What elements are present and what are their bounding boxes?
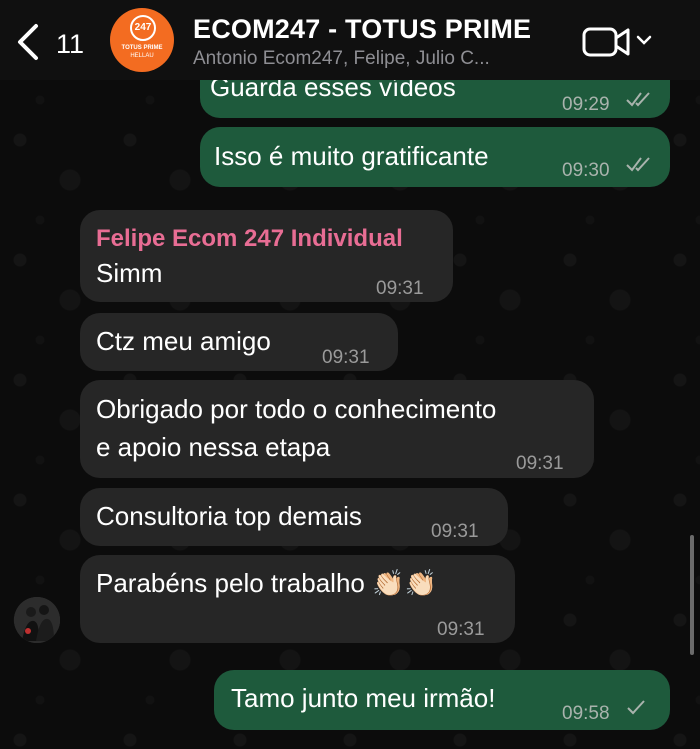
chevron-down-icon[interactable] xyxy=(636,34,652,46)
chat-title[interactable]: ECOM247 - TOTUS PRIME xyxy=(193,14,531,45)
message-time: 09:31 xyxy=(322,347,370,368)
message-time: 09:58 xyxy=(562,703,610,724)
message-time: 09:31 xyxy=(431,521,479,542)
logo-number: 247 xyxy=(130,15,156,41)
message-bubble-outgoing[interactable]: Isso é muito gratificante 09:30 xyxy=(200,127,670,187)
video-camera-icon[interactable] xyxy=(582,24,632,60)
logo-line1: TOTUS PRIME xyxy=(121,45,163,51)
message-bubble-incoming[interactable]: Ctz meu amigo 09:31 xyxy=(80,313,398,371)
message-text: Simm xyxy=(96,258,163,288)
logo-line2: HELLAU xyxy=(130,53,154,59)
group-avatar[interactable]: 247 TOTUS PRIME HELLAU xyxy=(110,8,174,72)
message-text: Consultoria top demais xyxy=(96,501,362,531)
message-time: 09:31 xyxy=(516,453,564,474)
chat-participants[interactable]: Antonio Ecom247, Felipe, Julio C... xyxy=(193,48,490,70)
message-bubble-outgoing[interactable]: Tamo junto meu irmão! 09:58 xyxy=(214,670,670,730)
scrollbar[interactable] xyxy=(690,535,694,655)
message-bubble-incoming[interactable]: Felipe Ecom 247 Individual Simm 09:31 xyxy=(80,210,453,302)
unread-count[interactable]: 11 xyxy=(56,29,84,60)
message-bubble-incoming[interactable]: Parabéns pelo trabalho 👏🏻👏🏻 09:31 xyxy=(80,555,515,643)
chevron-left-icon[interactable] xyxy=(14,22,44,62)
message-bubble-incoming[interactable]: Obrigado por todo o conhecimento e apoio… xyxy=(80,380,594,478)
sender-avatar[interactable] xyxy=(14,597,60,643)
double-check-icon xyxy=(626,92,650,107)
sender-avatar-photo-icon xyxy=(14,597,60,643)
message-text: Ctz meu amigo xyxy=(96,326,271,356)
message-text-line1: Obrigado por todo o conhecimento xyxy=(96,394,497,424)
message-bubble-incoming[interactable]: Consultoria top demais 09:31 xyxy=(80,488,508,546)
message-time: 09:30 xyxy=(562,160,610,181)
message-text: Tamo junto meu irmão! xyxy=(231,683,496,713)
double-check-icon xyxy=(626,157,650,172)
message-text: Isso é muito gratificante xyxy=(214,141,489,171)
chat-header: 11 247 TOTUS PRIME HELLAU ECOM247 - TOTU… xyxy=(0,0,700,80)
message-text-line2: e apoio nessa etapa xyxy=(96,432,331,462)
message-time: 09:29 xyxy=(562,94,610,115)
message-text: Parabéns pelo trabalho 👏🏻👏🏻 xyxy=(96,568,437,598)
single-check-icon xyxy=(627,700,645,715)
message-time: 09:31 xyxy=(437,619,485,640)
sender-name[interactable]: Felipe Ecom 247 Individual xyxy=(96,222,403,256)
message-time: 09:31 xyxy=(376,278,424,299)
